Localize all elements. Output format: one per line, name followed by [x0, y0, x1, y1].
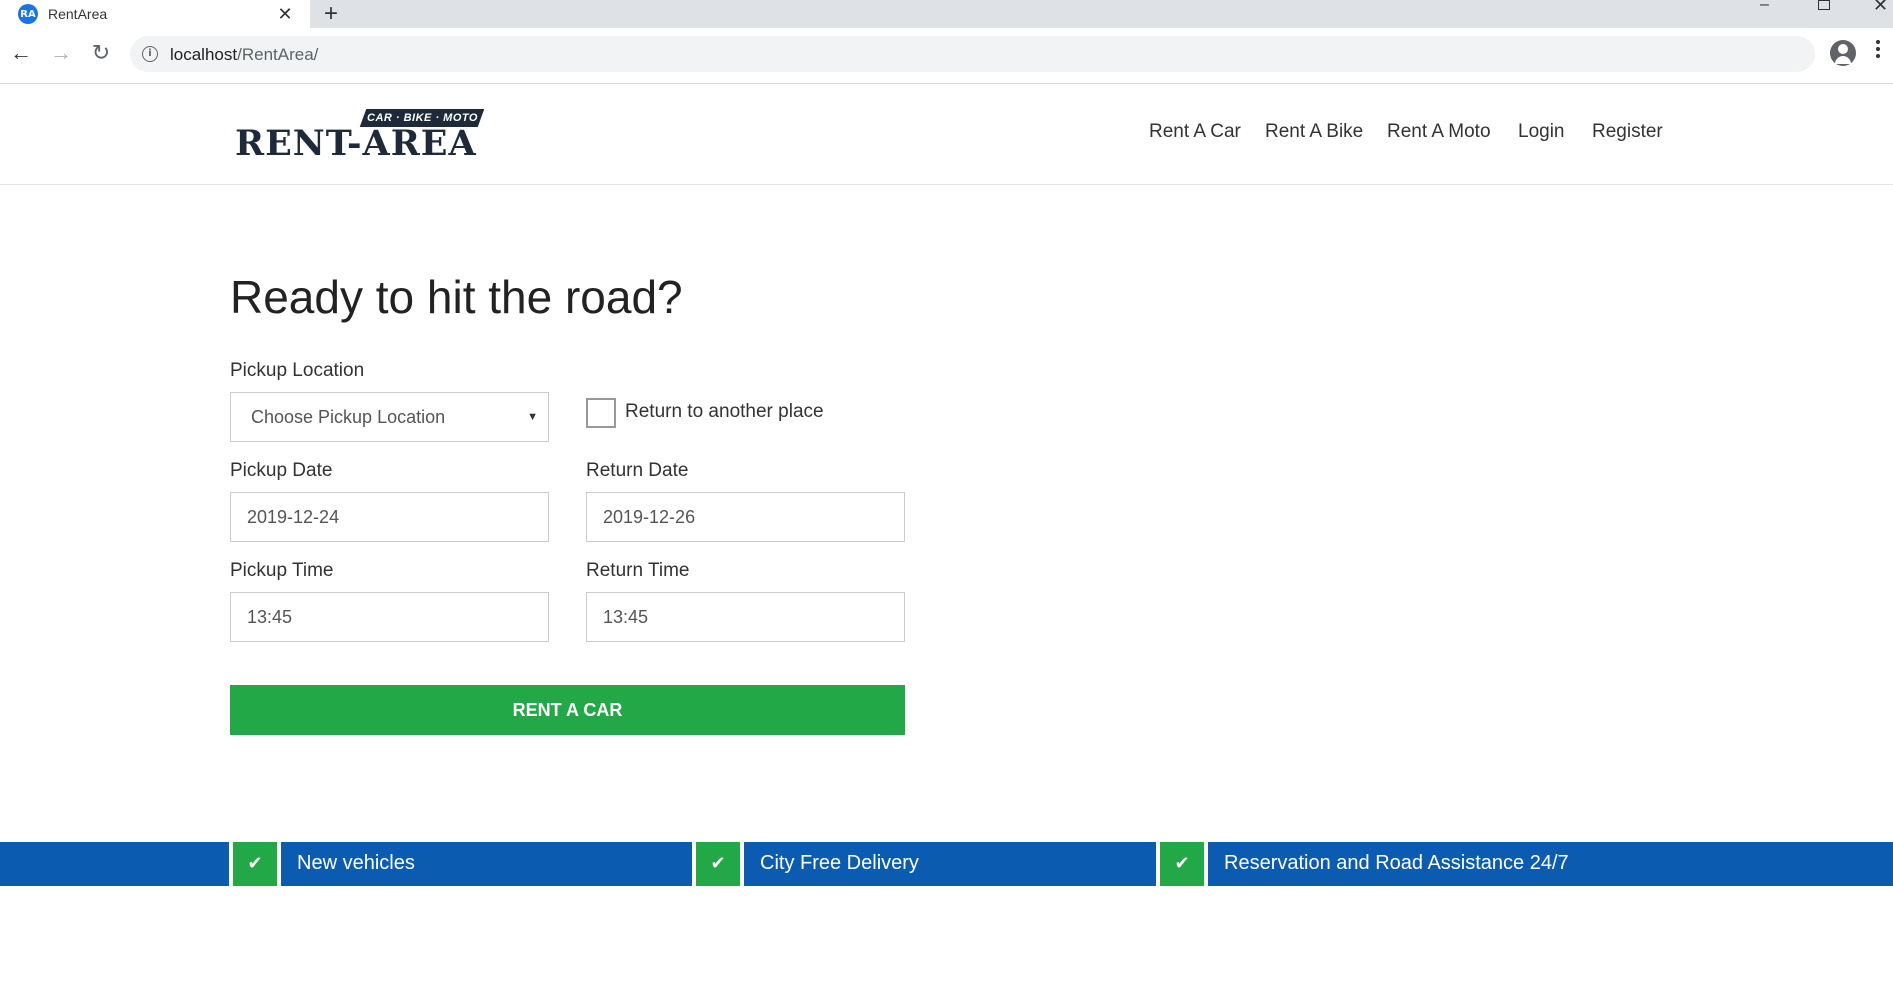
url-text[interactable]: localhost/RentArea/	[170, 45, 318, 65]
browser-tab[interactable]: RA RentArea ✕	[0, 0, 310, 28]
close-window-icon[interactable]: ✕	[1873, 0, 1888, 14]
feature-divider	[277, 842, 281, 886]
return-date-label: Return Date	[586, 460, 689, 481]
browser-tab-bar: RA RentArea ✕ + – ✕	[0, 0, 1893, 28]
checkmark-icon: ✔	[233, 842, 277, 886]
pickup-location-label: Pickup Location	[230, 360, 365, 381]
nav-rent-a-bike[interactable]: Rent A Bike	[1265, 121, 1363, 143]
pickup-location-select[interactable]: Choose Pickup Location ▼	[230, 392, 549, 442]
forward-arrow-icon[interactable]: →	[48, 40, 74, 66]
site-logo[interactable]: CAR · BIKE · MOTO RENT-AREA	[235, 109, 487, 169]
feature-divider	[1204, 842, 1208, 886]
url-host: localhost	[170, 45, 238, 64]
dropdown-caret-icon: ▼	[527, 411, 538, 423]
return-date-input[interactable]: 2019-12-26	[586, 492, 905, 542]
maximize-window-icon[interactable]	[1818, 0, 1830, 10]
nav-rent-a-moto[interactable]: Rent A Moto	[1387, 121, 1491, 143]
pickup-time-label: Pickup Time	[230, 560, 334, 581]
site-info-icon[interactable]: i	[142, 46, 158, 62]
feature-new-vehicles: New vehicles	[297, 852, 415, 874]
feature-road-assistance: Reservation and Road Assistance 24/7	[1224, 852, 1569, 874]
site-header: CAR · BIKE · MOTO RENT-AREA Rent A Car R…	[0, 85, 1893, 185]
nav-rent-a-car[interactable]: Rent A Car	[1149, 121, 1241, 143]
address-bar[interactable]: i localhost/RentArea/ ☆	[130, 36, 1815, 72]
features-bar: ✔ New vehicles ✔ City Free Delivery ✔ Re…	[0, 842, 1893, 886]
back-arrow-icon[interactable]: ←	[8, 40, 34, 66]
checkmark-icon: ✔	[1160, 842, 1204, 886]
logo-wordmark: RENT-AREA	[235, 123, 477, 164]
url-path: /RentArea/	[237, 45, 319, 64]
pickup-location-value: Choose Pickup Location	[251, 407, 446, 427]
pickup-date-input[interactable]: 2019-12-24	[230, 492, 549, 542]
feature-city-free-delivery: City Free Delivery	[760, 852, 919, 874]
return-another-place-checkbox[interactable]	[586, 398, 616, 428]
profile-avatar-icon[interactable]	[1830, 40, 1856, 66]
return-another-place-label[interactable]: Return to another place	[625, 401, 824, 423]
page-title: Ready to hit the road?	[230, 271, 683, 323]
feature-divider	[740, 842, 744, 886]
checkmark-icon: ✔	[696, 842, 740, 886]
favicon-icon: RA	[18, 4, 38, 24]
rent-a-car-button[interactable]: RENT A CAR	[230, 685, 905, 735]
tab-title: RentArea	[48, 6, 108, 22]
nav-register[interactable]: Register	[1592, 121, 1663, 143]
reload-icon[interactable]: ↻	[88, 40, 114, 66]
kebab-menu-icon[interactable]	[1876, 38, 1882, 61]
pickup-time-input[interactable]: 13:45	[230, 592, 549, 642]
nav-login[interactable]: Login	[1518, 121, 1565, 143]
return-time-label: Return Time	[586, 560, 690, 581]
return-time-input[interactable]: 13:45	[586, 592, 905, 642]
minimize-window-icon[interactable]: –	[1760, 0, 1769, 13]
close-tab-icon[interactable]: ✕	[274, 3, 296, 25]
browser-toolbar: ← → ↻ i localhost/RentArea/ ☆	[0, 28, 1893, 84]
pickup-date-label: Pickup Date	[230, 460, 333, 481]
new-tab-icon[interactable]: +	[318, 1, 344, 27]
